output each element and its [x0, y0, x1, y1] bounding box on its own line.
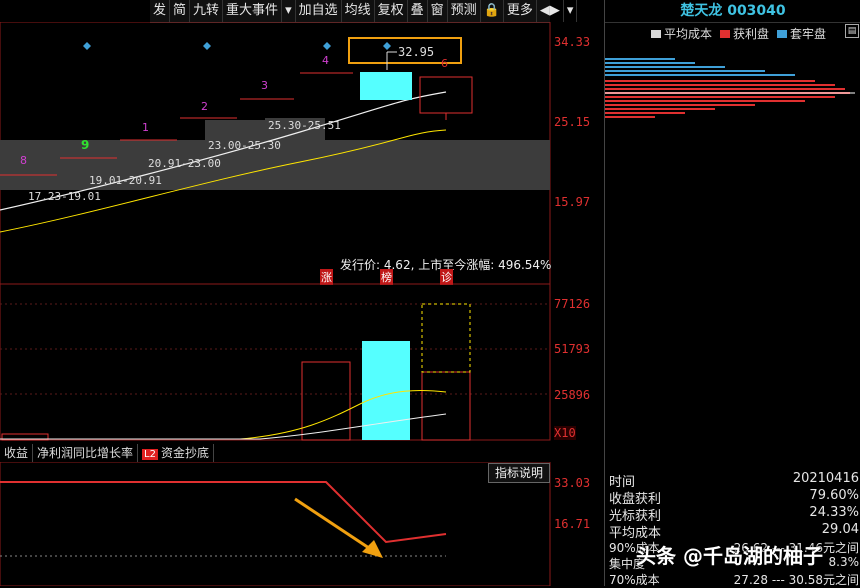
chip-distribution — [605, 58, 855, 118]
toolbar-item-12[interactable]: 更多 — [504, 0, 537, 22]
toolbar-item-6[interactable]: 均线 — [342, 0, 375, 22]
tab-fund-bottom[interactable]: L2 资金抄底 — [138, 444, 214, 462]
indicator-line — [0, 481, 447, 544]
band-label-1: 17.23-19.01 — [28, 190, 101, 203]
toolbar-item-2[interactable]: 九转 — [190, 0, 224, 22]
band-label-2: 19.01-20.91 — [89, 174, 162, 187]
price-label-high: 34.33 — [554, 35, 591, 49]
stat-time-key: 时间 — [609, 475, 636, 490]
tab-net-profit-growth[interactable]: 净利润同比增长率 — [33, 444, 139, 462]
stat-70-cost-value: 27.28 --- 30.58元之间 — [733, 573, 859, 587]
legend-trapped-swatch — [777, 29, 788, 38]
chip-legend: 平均成本 获利盘 套牢盘 — [651, 25, 826, 42]
marker-zhen[interactable]: 诊 — [440, 269, 453, 285]
panel-settings-icon[interactable]: ▤ — [845, 24, 859, 38]
vol-label-x10: X10 — [554, 426, 576, 440]
indicator-help-button[interactable]: 指标说明 — [488, 463, 550, 483]
stat-cursor-profit: 光标获利 24.33% — [609, 505, 859, 524]
toolbar-item-13[interactable]: ◀▶ — [537, 0, 564, 22]
legend-trapped: 套牢盘 — [777, 25, 826, 42]
ind-label-2: 16.71 — [554, 517, 591, 531]
volume-chart[interactable] — [0, 284, 604, 442]
chip-panel: 楚天龙 003040 平均成本 获利盘 套牢盘 ▤ 时间 20210416 收盘获… — [604, 0, 860, 588]
signal-diamonds — [83, 42, 391, 50]
vol-label-1: 77126 — [554, 297, 591, 311]
toolbar-item-1[interactable]: 简 — [170, 0, 191, 22]
legend-profit-label: 获利盘 — [733, 27, 770, 41]
toolbar-item-10[interactable]: 预测 — [448, 0, 481, 22]
count-9: 9 — [81, 138, 90, 152]
tab-earnings[interactable]: 收益 — [0, 444, 34, 462]
marker-bang[interactable]: 榜 — [380, 269, 393, 285]
candle-cyan — [360, 72, 412, 100]
stat-cursor-profit-value: 24.33% — [809, 505, 859, 520]
vol-label-3: 25896 — [554, 388, 591, 402]
marker-zhang[interactable]: 涨 — [320, 269, 333, 285]
stat-close-profit: 收盘获利 79.60% — [609, 488, 859, 507]
stat-cursor-profit-key: 光标获利 — [609, 509, 662, 524]
tab-fund-bottom-label: 资金抄底 — [160, 446, 209, 460]
ind-label-1: 33.03 — [554, 476, 591, 490]
stat-time: 时间 20210416 — [609, 471, 859, 490]
band-label-3: 20.91-23.00 — [148, 157, 221, 170]
stat-70-cost-key: 70%成本 — [609, 573, 660, 587]
band-label-4: 23.00-25.30 — [208, 139, 281, 152]
legend-profit-swatch — [720, 29, 731, 38]
stat-avg-cost-value: 29.04 — [821, 522, 859, 537]
toolbar-item-3[interactable]: 重大事件 — [223, 0, 283, 22]
count-1: 1 — [142, 121, 149, 134]
toolbar-item-8[interactable]: 叠 — [408, 0, 428, 22]
toolbar-item-0[interactable]: 发 — [150, 0, 171, 22]
legend-trapped-label: 套牢盘 — [790, 27, 827, 41]
volume-bar-4 — [421, 371, 471, 441]
stat-concentration-value: 8.3% — [828, 555, 860, 569]
count-3: 3 — [261, 79, 268, 92]
count-2: 2 — [201, 100, 208, 113]
volume-bar-4-forecast — [421, 303, 471, 373]
toolbar-item-9[interactable]: 窗 — [428, 0, 448, 22]
price-label-mid: 25.15 — [554, 115, 591, 129]
toolbar-item-4[interactable]: ▾ — [282, 0, 296, 22]
count-4: 4 — [322, 54, 329, 67]
l2-badge: L2 — [142, 449, 158, 460]
current-price-label: 32.95 — [398, 45, 435, 59]
stock-title: 楚天龙 003040 — [605, 0, 860, 23]
stat-avg-cost-key: 平均成本 — [609, 526, 662, 541]
stat-70-cost: 70%成本 27.28 --- 30.58元之间 — [609, 571, 859, 588]
chart-toolbar: 发简九转 重大事件 ▾ 加自选 均线 复权叠窗预测 🔒 更多 ◀▶ ▾ — [150, 0, 578, 23]
vol-label-2: 51793 — [554, 342, 591, 356]
toolbar-item-7[interactable]: 复权 — [375, 0, 408, 22]
stat-close-profit-value: 79.60% — [809, 488, 859, 503]
price-label-low: 15.97 — [554, 195, 591, 209]
count-6: 6 — [441, 57, 448, 70]
stat-avg-cost: 平均成本 29.04 — [609, 522, 859, 541]
toolbar-item-11[interactable]: 🔒 — [481, 0, 504, 22]
price-chart[interactable] — [0, 22, 604, 284]
band-label-5: 25.30-25.51 — [268, 119, 341, 132]
stat-time-value: 20210416 — [792, 471, 859, 486]
legend-profit: 获利盘 — [720, 25, 769, 42]
toolbar-item-14[interactable]: ▾ — [564, 0, 578, 22]
count-8: 8 — [20, 154, 27, 167]
legend-avg-cost: 平均成本 — [651, 25, 712, 42]
watermark: 头条 @千岛湖的柚子 — [636, 544, 823, 568]
arrow-head-icon — [362, 540, 383, 558]
legend-avg-cost-swatch — [651, 29, 661, 38]
toolbar-item-5[interactable]: 加自选 — [296, 0, 342, 22]
legend-avg-cost-label: 平均成本 — [664, 27, 713, 41]
arrow-shaft — [294, 497, 379, 556]
indicator-tabs: 收益 净利润同比增长率 L2 资金抄底 — [0, 444, 604, 462]
volume-bar-2 — [301, 361, 351, 441]
stat-close-profit-key: 收盘获利 — [609, 492, 662, 507]
